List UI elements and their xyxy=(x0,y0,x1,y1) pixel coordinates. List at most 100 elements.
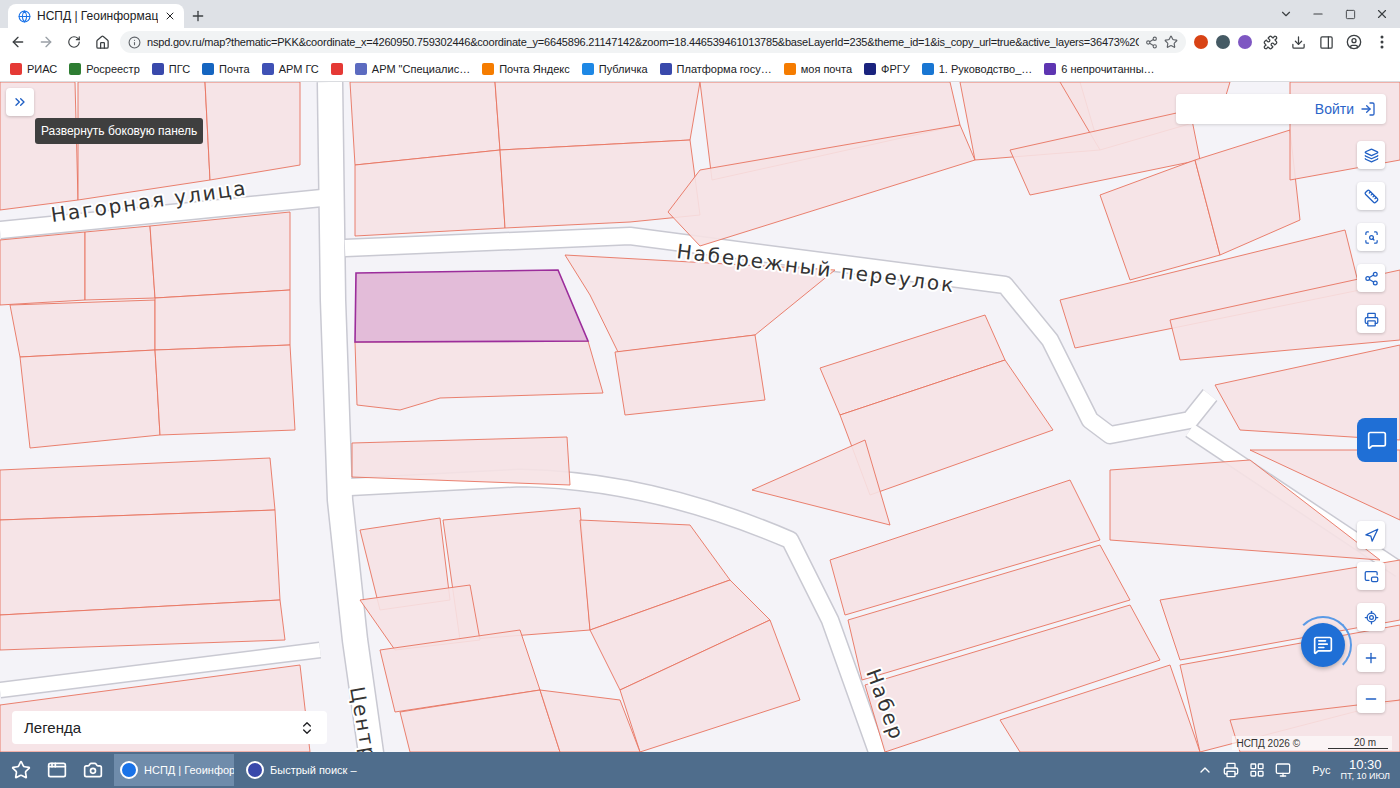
parcel[interactable] xyxy=(400,690,560,752)
login-label: Войти xyxy=(1315,101,1354,117)
select-area-icon xyxy=(1364,230,1379,245)
parcel[interactable] xyxy=(1110,460,1380,560)
share-button[interactable] xyxy=(1357,264,1385,292)
parcel[interactable] xyxy=(0,510,280,615)
parcel[interactable] xyxy=(10,300,155,357)
parcel[interactable] xyxy=(1180,625,1400,752)
star-icon[interactable] xyxy=(1164,35,1178,49)
parcel[interactable] xyxy=(495,82,700,150)
legend-panel[interactable]: Легенда xyxy=(12,711,327,744)
parcel[interactable] xyxy=(155,345,295,435)
parcel[interactable] xyxy=(500,140,700,228)
start-button[interactable] xyxy=(6,755,36,785)
parcel[interactable] xyxy=(1000,665,1200,752)
minimize-button[interactable] xyxy=(1304,2,1332,26)
bookmark[interactable]: Платформа госу… xyxy=(660,63,772,75)
share-icon[interactable] xyxy=(1145,36,1158,49)
bookmark[interactable]: АРМ "Специалис… xyxy=(355,63,470,75)
bookmark[interactable]: 6 непрочитанны… xyxy=(1044,63,1154,75)
layers-button[interactable] xyxy=(1357,141,1385,169)
chat-button[interactable] xyxy=(1294,616,1352,674)
clock[interactable]: 10:30ПТ, 10 ИЮЛ xyxy=(1340,758,1394,782)
language-indicator[interactable]: Рус xyxy=(1312,764,1330,776)
parcel[interactable] xyxy=(0,600,285,650)
tray-expand-icon[interactable] xyxy=(1197,762,1213,778)
parcel[interactable] xyxy=(205,82,300,180)
expand-sidebar-button[interactable] xyxy=(6,88,34,116)
bookmark[interactable] xyxy=(331,63,343,75)
bookmark[interactable]: ФРГУ xyxy=(864,63,910,75)
home-button[interactable] xyxy=(92,32,112,52)
close-window-button[interactable] xyxy=(1368,2,1396,26)
map-canvas[interactable]: Нагорная улицаНабережный переулокЦентрНа… xyxy=(0,82,1400,752)
parcel[interactable] xyxy=(355,341,603,410)
extensions-button[interactable] xyxy=(1260,32,1280,52)
back-button[interactable] xyxy=(8,32,28,52)
bookmark[interactable]: Почта Яндекс xyxy=(482,63,570,75)
parcel[interactable] xyxy=(155,290,290,350)
bookmark[interactable]: Публичка xyxy=(582,63,648,75)
map[interactable]: Нагорная улицаНабережный переулокЦентрНа… xyxy=(0,82,1400,752)
expand-icon xyxy=(299,720,315,736)
minimap-button[interactable] xyxy=(1357,562,1385,590)
bookmark[interactable]: ПГС xyxy=(152,63,190,75)
parcel[interactable] xyxy=(752,440,890,525)
profile-button[interactable] xyxy=(1344,32,1364,52)
bookmark[interactable]: Росреестр xyxy=(69,63,139,75)
parcel[interactable] xyxy=(20,350,160,448)
browser-tab[interactable]: НСПД | Геоинформацион xyxy=(8,4,184,28)
monitor-icon[interactable] xyxy=(1275,762,1291,778)
login-button[interactable]: Войти xyxy=(1176,94,1386,124)
menu-button[interactable] xyxy=(1372,32,1392,52)
parcel[interactable] xyxy=(668,125,975,246)
parcel[interactable] xyxy=(352,437,570,485)
taskbar-app[interactable]: Быстрый поиск – … xyxy=(240,754,360,786)
print-button[interactable] xyxy=(1357,305,1385,333)
geolocation-button[interactable] xyxy=(1357,603,1385,631)
select-button[interactable] xyxy=(1357,223,1385,251)
bookmark-label: 6 непрочитанны… xyxy=(1061,63,1154,75)
zoom-out-button[interactable] xyxy=(1357,685,1385,713)
bookmark[interactable]: 1. Руководство_… xyxy=(922,63,1033,75)
side-panel-button[interactable] xyxy=(1316,32,1336,52)
tab-search-button[interactable] xyxy=(1272,2,1300,26)
bookmark[interactable]: моя почта xyxy=(784,63,852,75)
screenshot-button[interactable] xyxy=(78,755,108,785)
forward-button[interactable] xyxy=(36,32,56,52)
measure-button[interactable] xyxy=(1357,182,1385,210)
parcel[interactable] xyxy=(85,226,155,300)
address-field[interactable]: nspd.gov.ru/map?thematic=PKK&coordinate_… xyxy=(120,31,1186,53)
selected-parcel[interactable] xyxy=(355,270,588,342)
bookmark[interactable]: Почта xyxy=(202,63,250,75)
parcel[interactable] xyxy=(150,212,290,298)
maximize-button[interactable] xyxy=(1336,2,1364,26)
zoom-in-button[interactable] xyxy=(1357,644,1385,672)
parcel[interactable] xyxy=(540,690,640,752)
extension-icon[interactable] xyxy=(1194,35,1208,49)
close-icon xyxy=(1375,7,1389,21)
taskbar-app[interactable]: НСПД | Геоинфор… xyxy=(114,754,234,786)
new-tab-button[interactable] xyxy=(184,4,212,28)
extension-icon[interactable] xyxy=(1216,35,1230,49)
ruler-icon xyxy=(1364,189,1379,204)
feedback-tab[interactable] xyxy=(1357,418,1397,462)
printer-icon[interactable] xyxy=(1223,762,1239,778)
grid-icon[interactable] xyxy=(1249,762,1265,778)
bookmark-icon xyxy=(331,63,343,75)
bookmark[interactable]: РИАС xyxy=(10,63,57,75)
parcel[interactable] xyxy=(1195,130,1300,255)
windows-button[interactable] xyxy=(42,755,72,785)
close-icon[interactable] xyxy=(164,10,176,22)
parcel[interactable] xyxy=(0,458,275,520)
site-info-icon[interactable] xyxy=(128,36,141,49)
parcel[interactable] xyxy=(355,150,505,236)
parcel[interactable] xyxy=(0,82,78,210)
parcel[interactable] xyxy=(620,620,800,752)
extension-icon[interactable] xyxy=(1238,35,1252,49)
parcel[interactable] xyxy=(615,335,765,415)
parcel[interactable] xyxy=(0,232,85,305)
locate-button[interactable] xyxy=(1357,521,1385,549)
downloads-button[interactable] xyxy=(1288,32,1308,52)
reload-button[interactable] xyxy=(64,32,84,52)
bookmark[interactable]: АРМ ГС xyxy=(262,63,319,75)
